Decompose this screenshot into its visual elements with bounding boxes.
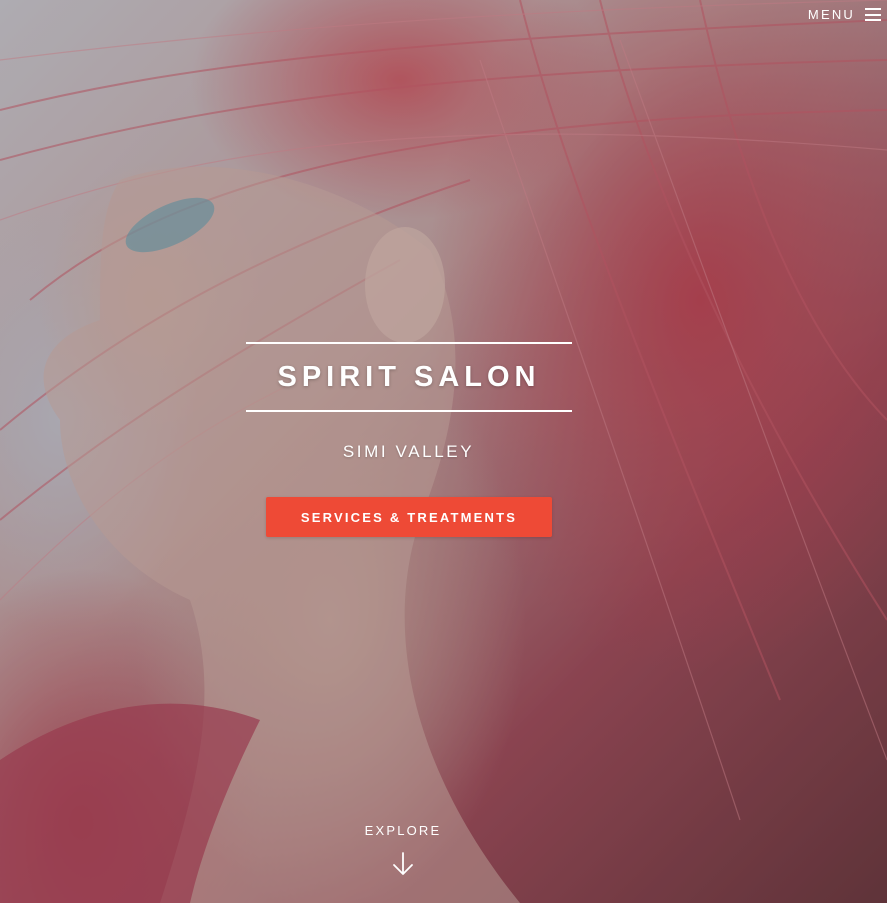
explore-link[interactable]: EXPLORE [343, 823, 463, 876]
services-treatments-button[interactable]: SERVICES & TREATMENTS [266, 497, 552, 537]
location-subtitle: SIMI VALLEY [342, 442, 475, 461]
menu-button[interactable]: MENU [808, 7, 881, 22]
hamburger-icon [865, 8, 881, 21]
hero-section: MENU SPIRIT SALON SIMI VALLEY SERVICES &… [0, 0, 887, 903]
arrow-down-icon [393, 852, 413, 875]
menu-label: MENU [807, 7, 855, 22]
title-bottom-rule [246, 410, 572, 412]
explore-label: EXPLORE [364, 823, 442, 838]
brand-block: SPIRIT SALON [246, 342, 572, 412]
page-title: SPIRIT SALON [277, 361, 541, 393]
